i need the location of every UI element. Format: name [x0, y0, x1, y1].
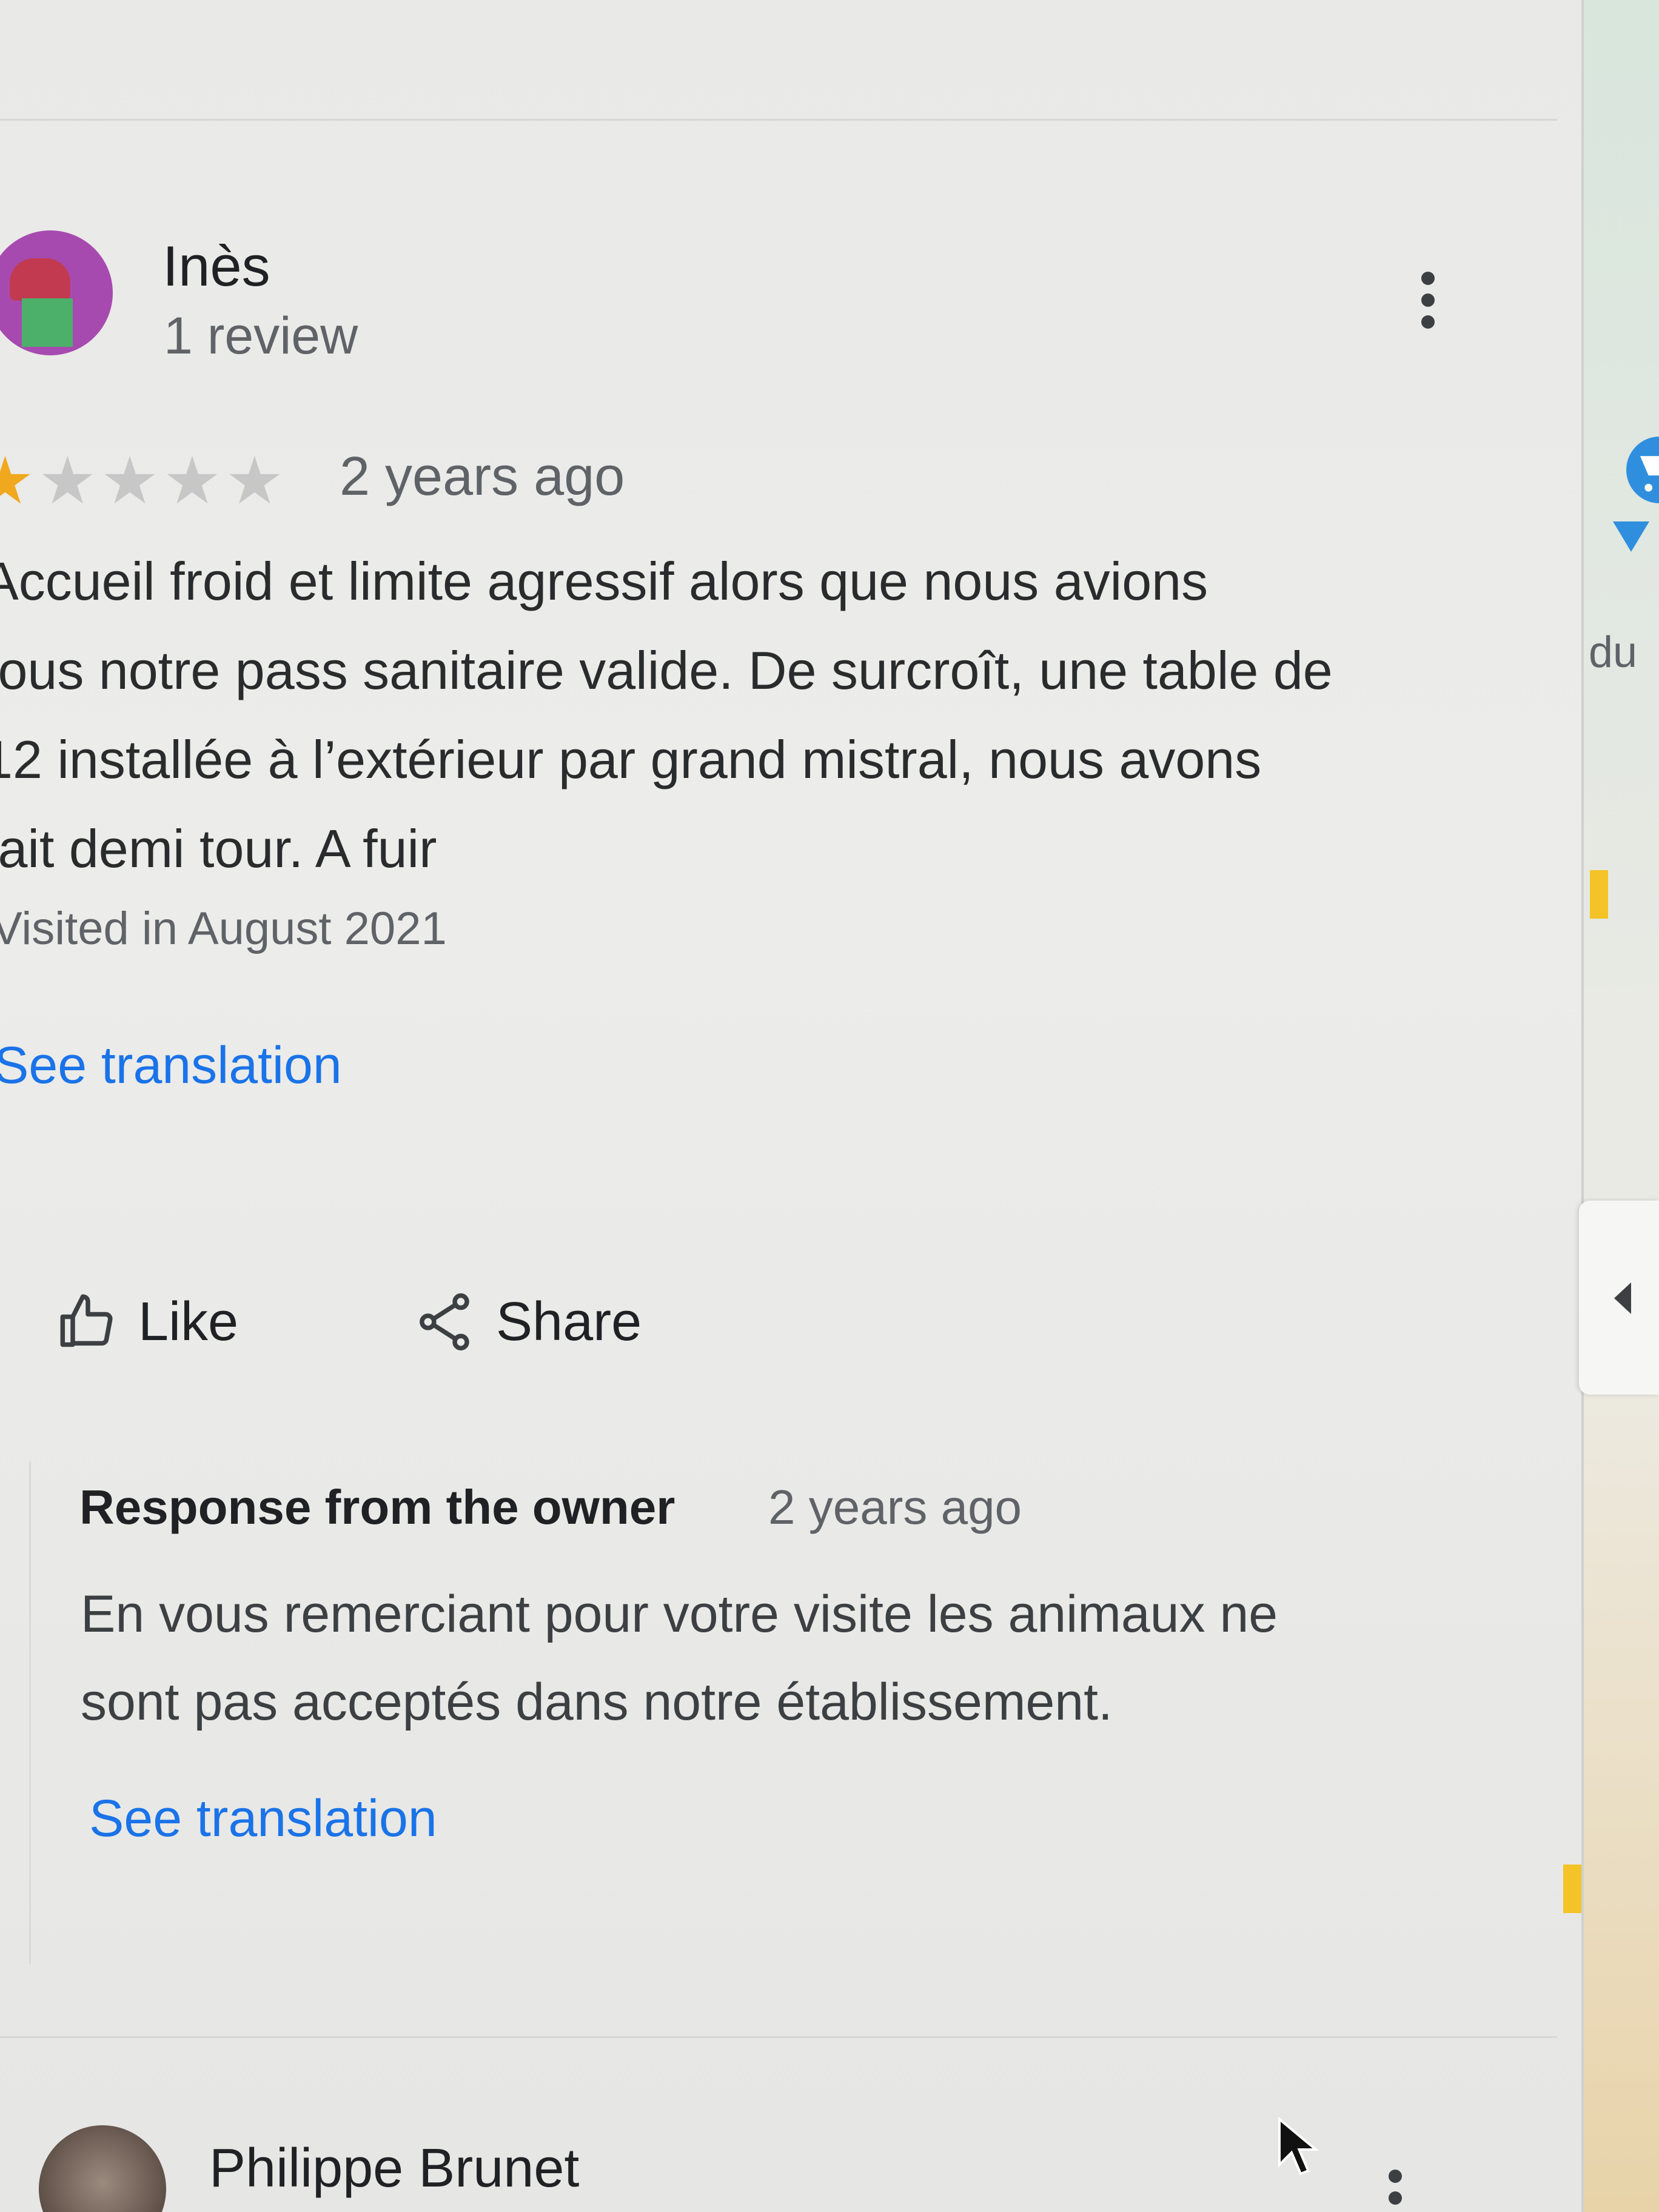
- owner-response-line: En vous remerciant pour votre visite les…: [81, 1585, 1278, 1643]
- star-icon: ★: [38, 444, 101, 517]
- cart-glyph: [1640, 456, 1659, 492]
- owner-response-line: sont pas acceptés dans notre établisseme…: [81, 1673, 1113, 1731]
- review-line: fait demi tour. A fuir: [0, 819, 437, 879]
- owner-response-time: 2 years ago: [768, 1480, 1022, 1534]
- share-button[interactable]: Share: [412, 1292, 642, 1352]
- more-vert-icon[interactable]: [1389, 2170, 1407, 2212]
- share-label: Share: [496, 1291, 642, 1352]
- review-time: 2 years ago: [340, 446, 625, 507]
- star-icon: ★: [225, 444, 288, 517]
- like-label: Like: [138, 1291, 239, 1352]
- collapse-panel-button[interactable]: [1579, 1201, 1659, 1395]
- star-icon: ★: [163, 444, 226, 517]
- owner-response-title: Response from the owner: [79, 1480, 675, 1534]
- star-icon: ★: [100, 444, 163, 517]
- share-icon: [420, 1293, 469, 1351]
- map-pin-tail: [1613, 521, 1649, 552]
- star-rating: ★★★★★: [0, 443, 287, 519]
- reviewer-review-count: 1 review: [164, 307, 358, 365]
- mouse-pointer-icon: [1278, 2116, 1319, 2176]
- shopping-cart-pin-icon[interactable]: [1626, 437, 1659, 503]
- reviewer-name[interactable]: Philippe Brunet: [209, 2137, 579, 2200]
- review-text: Accueil froid et limite agressif alors q…: [0, 537, 1487, 893]
- owner-response-text: En vous remerciant pour votre visite les…: [81, 1570, 1439, 1746]
- top-divider: [0, 119, 1557, 121]
- avatar[interactable]: [39, 2125, 166, 2212]
- like-button[interactable]: Like: [55, 1292, 238, 1352]
- visited-date: Visited in August 2021: [0, 903, 447, 954]
- more-vert-icon[interactable]: [1421, 272, 1439, 337]
- owner-response: Response from the owner 2 years ago En v…: [29, 1461, 1474, 1965]
- map-road-marker: [1590, 870, 1608, 919]
- review-line: tous notre pass sanitaire valide. De sur…: [0, 640, 1333, 700]
- map-road-marker: [1563, 1865, 1581, 1913]
- see-translation-link[interactable]: See translation: [89, 1789, 437, 1849]
- see-translation-link[interactable]: See translation: [0, 1036, 342, 1096]
- avatar[interactable]: [0, 230, 113, 355]
- review-line: Accueil froid et limite agressif alors q…: [0, 551, 1208, 611]
- star-icon: ★: [0, 444, 38, 517]
- reviews-panel: Inès 1 review ★★★★★ 2 years ago Accueil …: [0, 0, 1581, 2212]
- map-strip[interactable]: [1581, 0, 1659, 2212]
- review-divider: [0, 2036, 1557, 2038]
- collapse-arrow-icon: [1614, 1282, 1631, 1314]
- reviewer-name[interactable]: Inès: [163, 233, 270, 299]
- map-label: du: [1589, 628, 1638, 677]
- review-line: 12 installée à l’extérieur par grand mis…: [0, 729, 1262, 789]
- thumb-up-icon: [60, 1294, 113, 1347]
